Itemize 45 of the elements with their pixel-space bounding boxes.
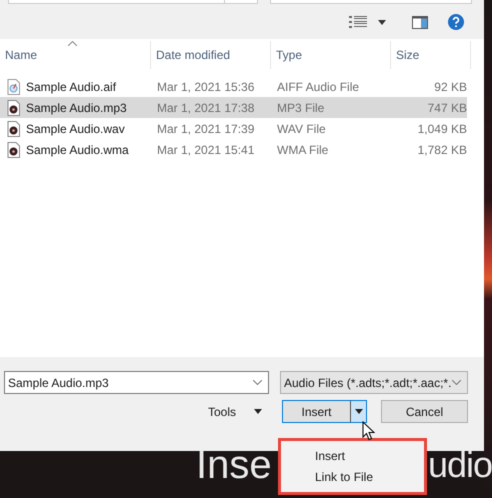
file-name: Sample Audio.aif <box>26 80 116 94</box>
dropdown-arrow-icon[interactable] <box>378 20 386 24</box>
column-header[interactable]: Name <box>0 41 151 69</box>
file-size: 92 KB <box>434 80 467 94</box>
file-size: 747 KB <box>428 100 467 114</box>
dropdown-arrow-icon[interactable] <box>254 409 262 414</box>
file-type: WAV File <box>277 122 326 136</box>
file-type: AIFF Audio File <box>277 80 360 94</box>
slide-title: udio <box>428 443 492 487</box>
file-name: Sample Audio.mp3 <box>26 100 127 114</box>
audio-file-icon <box>7 78 21 94</box>
chevron-down-icon[interactable] <box>253 380 262 385</box>
slide-title: Inse <box>196 442 272 488</box>
file-name: Sample Audio.wav <box>26 122 125 136</box>
file-name: Sample Audio.wma <box>26 142 129 156</box>
help-icon[interactable] <box>448 14 464 30</box>
file-name-field[interactable]: Sample Audio.mp3 <box>4 371 269 394</box>
date-modified: Mar 1, 2021 15:41 <box>157 142 254 156</box>
column-header[interactable]: Size <box>391 41 471 69</box>
file-type-dropdown[interactable]: Audio Files (*.adts;*.adt;*.aac;*. <box>280 371 468 394</box>
audio-file-icon <box>7 100 21 116</box>
audio-file-icon <box>7 120 21 136</box>
chevron-down-icon[interactable] <box>452 380 461 385</box>
insert-split-button[interactable]: Insert <box>282 400 367 423</box>
mouse-pointer-icon <box>362 421 375 441</box>
menu-item[interactable]: Link to File <box>281 467 424 488</box>
date-modified: Mar 1, 2021 17:38 <box>157 100 254 114</box>
column-header[interactable]: Type <box>271 41 391 69</box>
file-row[interactable]: Sample Audio.wma Mar 1, 2021 15:41 WMA File 1,782 KB <box>0 139 467 160</box>
preview-pane-icon[interactable] <box>412 16 428 28</box>
file-type: WMA File <box>277 142 328 156</box>
file-size: 1,049 KB <box>418 122 467 136</box>
date-modified: Mar 1, 2021 15:36 <box>157 80 254 94</box>
file-row[interactable]: Sample Audio.aif Mar 1, 2021 15:36 AIFF Audio File 92 KB <box>0 76 467 97</box>
audio-file-icon <box>7 142 21 158</box>
file-size: 1,782 KB <box>418 142 467 156</box>
date-modified: Mar 1, 2021 17:39 <box>157 122 254 136</box>
file-row[interactable]: Sample Audio.mp3 Mar 1, 2021 17:38 MP3 File 747 KB <box>0 97 467 118</box>
cancel-button[interactable]: Cancel <box>381 400 468 423</box>
tools-button[interactable]: Tools <box>202 400 268 422</box>
file-type: MP3 File <box>277 100 324 114</box>
view-options-icon[interactable] <box>349 16 367 28</box>
column-header[interactable]: Date modified <box>151 41 271 69</box>
file-row[interactable]: Sample Audio.wav Mar 1, 2021 17:39 WAV File 1,049 KB <box>0 118 467 139</box>
menu-item[interactable]: Insert <box>281 446 424 467</box>
